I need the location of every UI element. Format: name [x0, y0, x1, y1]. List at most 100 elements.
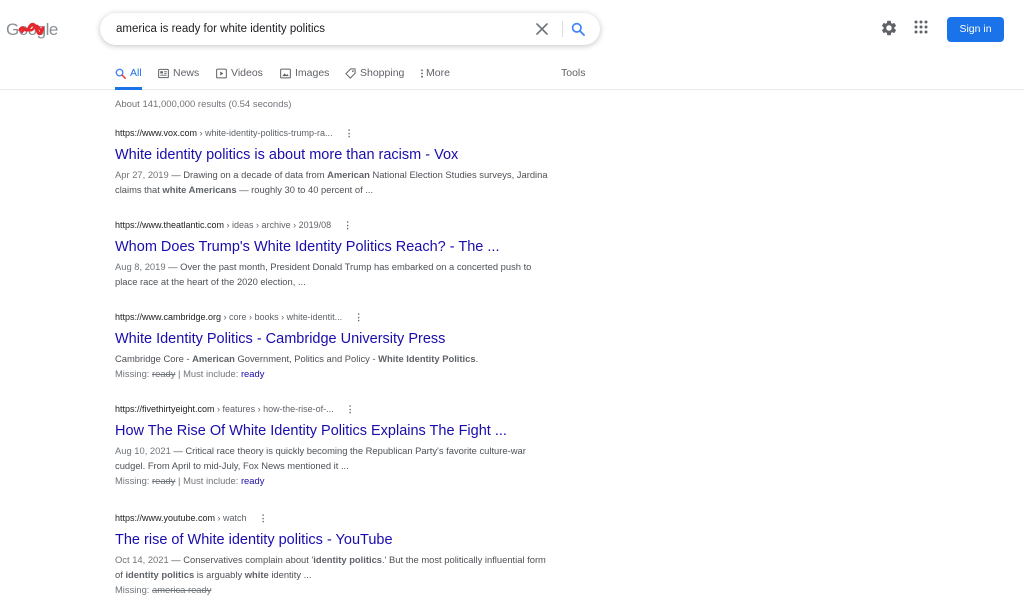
- tab-label: Shopping: [360, 67, 405, 79]
- tab-images[interactable]: Images: [280, 67, 329, 90]
- header: Google america is ready for white identi…: [0, 0, 1024, 60]
- gear-icon: [881, 20, 897, 36]
- tab-label: Videos: [231, 67, 263, 79]
- settings-button[interactable]: [880, 19, 900, 39]
- missing-terms: Missing: ready | Must include: ready: [115, 366, 555, 381]
- video-icon: [216, 68, 227, 79]
- must-include-label: | Must include:: [175, 475, 241, 486]
- result-date: Oct 14, 2021: [115, 554, 169, 565]
- snippet-highlight: white Americans: [162, 184, 237, 195]
- snippet-highlight: identity politics: [313, 554, 383, 565]
- snippet-text: is arguably: [194, 569, 245, 580]
- missing-label: Missing:: [115, 584, 152, 595]
- missing-terms: Missing: america ready: [115, 582, 555, 597]
- missing-term: america ready: [152, 584, 212, 595]
- result-url[interactable]: https://fivethirtyeight.com › features ›…: [115, 402, 555, 416]
- result-snippet: Aug 8, 2019 — Over the past month, Presi…: [115, 259, 555, 289]
- tab-label: Tools: [561, 67, 586, 79]
- result-path: › white-identity-politics-trump-ra...: [197, 128, 333, 138]
- result-date: Aug 8, 2019: [115, 261, 166, 272]
- result-more-options-icon[interactable]: ⋮: [346, 402, 355, 416]
- snippet-highlight: identity politics: [125, 569, 195, 580]
- news-icon: [158, 68, 169, 79]
- close-icon: [536, 23, 548, 35]
- more-vert-icon: [421, 69, 423, 78]
- google-logo[interactable]: Google: [6, 18, 66, 42]
- search-result: https://www.cambridge.org › core › books…: [115, 310, 555, 381]
- result-title-link[interactable]: The rise of White identity politics - Yo…: [115, 530, 555, 550]
- snippet-text: identity ...: [268, 569, 312, 580]
- result-stats: About 141,000,000 results (0.54 seconds): [115, 99, 292, 110]
- search-box[interactable]: america is ready for white identity poli…: [100, 13, 600, 45]
- result-more-options-icon[interactable]: ⋮: [343, 218, 352, 232]
- result-title-link[interactable]: How The Rise Of White Identity Politics …: [115, 421, 555, 441]
- snippet-highlight: white: [244, 569, 269, 580]
- must-include-link[interactable]: ready: [241, 368, 264, 379]
- tag-icon: [345, 68, 356, 79]
- tab-news[interactable]: News: [158, 67, 199, 90]
- search-divider: [562, 21, 563, 37]
- result-path: › watch: [215, 513, 247, 523]
- tab-label: All: [130, 67, 142, 79]
- snippet-text: — Drawing on a decade of data from: [168, 169, 328, 180]
- logo-scribble-icon: [18, 22, 44, 36]
- tab-tools[interactable]: Tools: [561, 67, 586, 90]
- snippet-text: Cambridge Core -: [115, 353, 193, 364]
- snippet-highlight: American: [192, 353, 235, 364]
- snippet-text: — Critical race theory is quickly becomi…: [115, 445, 526, 471]
- must-include-link[interactable]: ready: [241, 475, 264, 486]
- search-icon: [571, 22, 585, 36]
- search-result: https://www.vox.com › white-identity-pol…: [115, 126, 555, 197]
- missing-term: ready: [152, 368, 176, 379]
- snippet-text: — roughly 30 to 40 percent of ...: [236, 184, 374, 195]
- search-tabs: All News Videos Images Shopping More Too…: [0, 60, 1024, 90]
- image-icon: [280, 68, 291, 79]
- tab-shopping[interactable]: Shopping: [345, 67, 404, 90]
- result-site: https://www.cambridge.org: [115, 312, 222, 322]
- apps-grid-icon: [914, 20, 928, 34]
- result-path: › ideas › archive › 2019/08: [224, 220, 332, 230]
- result-site: https://www.theatlantic.com: [115, 220, 225, 230]
- result-title-link[interactable]: Whom Does Trump's White Identity Politic…: [115, 237, 555, 257]
- result-date: Apr 27, 2019: [115, 169, 169, 180]
- search-input[interactable]: america is ready for white identity poli…: [116, 13, 516, 45]
- result-url[interactable]: https://www.theatlantic.com › ideas › ar…: [115, 218, 555, 232]
- missing-label: Missing:: [115, 475, 152, 486]
- snippet-text: Government, Politics and Policy -: [234, 353, 379, 364]
- result-more-options-icon[interactable]: ⋮: [354, 310, 363, 324]
- search-button[interactable]: [568, 19, 588, 39]
- result-more-options-icon[interactable]: ⋮: [259, 511, 268, 525]
- missing-label: Missing:: [115, 368, 152, 379]
- result-path: › core › books › white-identit...: [221, 312, 343, 322]
- result-site: https://www.vox.com: [115, 128, 198, 138]
- search-result: https://www.theatlantic.com › ideas › ar…: [115, 218, 555, 289]
- result-snippet: Aug 10, 2021 — Critical race theory is q…: [115, 443, 555, 473]
- tab-more[interactable]: More: [420, 67, 450, 90]
- result-url[interactable]: https://www.cambridge.org › core › books…: [115, 310, 555, 324]
- result-more-options-icon[interactable]: ⋮: [345, 126, 354, 140]
- result-snippet: Cambridge Core - American Government, Po…: [115, 351, 555, 366]
- result-title-link[interactable]: White identity politics is about more th…: [115, 145, 555, 165]
- result-url[interactable]: https://www.youtube.com › watch ⋮: [115, 511, 555, 525]
- result-snippet: Apr 27, 2019 — Drawing on a decade of da…: [115, 167, 555, 197]
- search-result: https://fivethirtyeight.com › features ›…: [115, 402, 555, 488]
- apps-button[interactable]: [914, 20, 934, 40]
- missing-term: ready: [152, 475, 176, 486]
- tab-all[interactable]: All: [115, 67, 142, 90]
- result-title-link[interactable]: White Identity Politics - Cambridge Univ…: [115, 329, 555, 349]
- snippet-text: — Conservatives complain about ': [168, 554, 314, 565]
- result-site: https://www.youtube.com: [115, 513, 216, 523]
- tab-videos[interactable]: Videos: [216, 67, 263, 90]
- result-path: › features › how-the-rise-of-...: [214, 404, 334, 414]
- snippet-highlight: White Identity Politics: [378, 353, 476, 364]
- result-url[interactable]: https://www.vox.com › white-identity-pol…: [115, 126, 555, 140]
- result-snippet: Oct 14, 2021 — Conservatives complain ab…: [115, 552, 555, 582]
- tab-label: News: [173, 67, 200, 79]
- snippet-text: .: [475, 353, 479, 364]
- sign-in-button[interactable]: Sign in: [947, 17, 1004, 42]
- tab-label: Images: [295, 67, 330, 79]
- result-site: https://fivethirtyeight.com: [115, 404, 215, 414]
- clear-search-button[interactable]: [532, 19, 552, 39]
- search-result: https://www.youtube.com › watch ⋮ The rise…: [115, 511, 555, 597]
- result-date: Aug 10, 2021: [115, 445, 171, 456]
